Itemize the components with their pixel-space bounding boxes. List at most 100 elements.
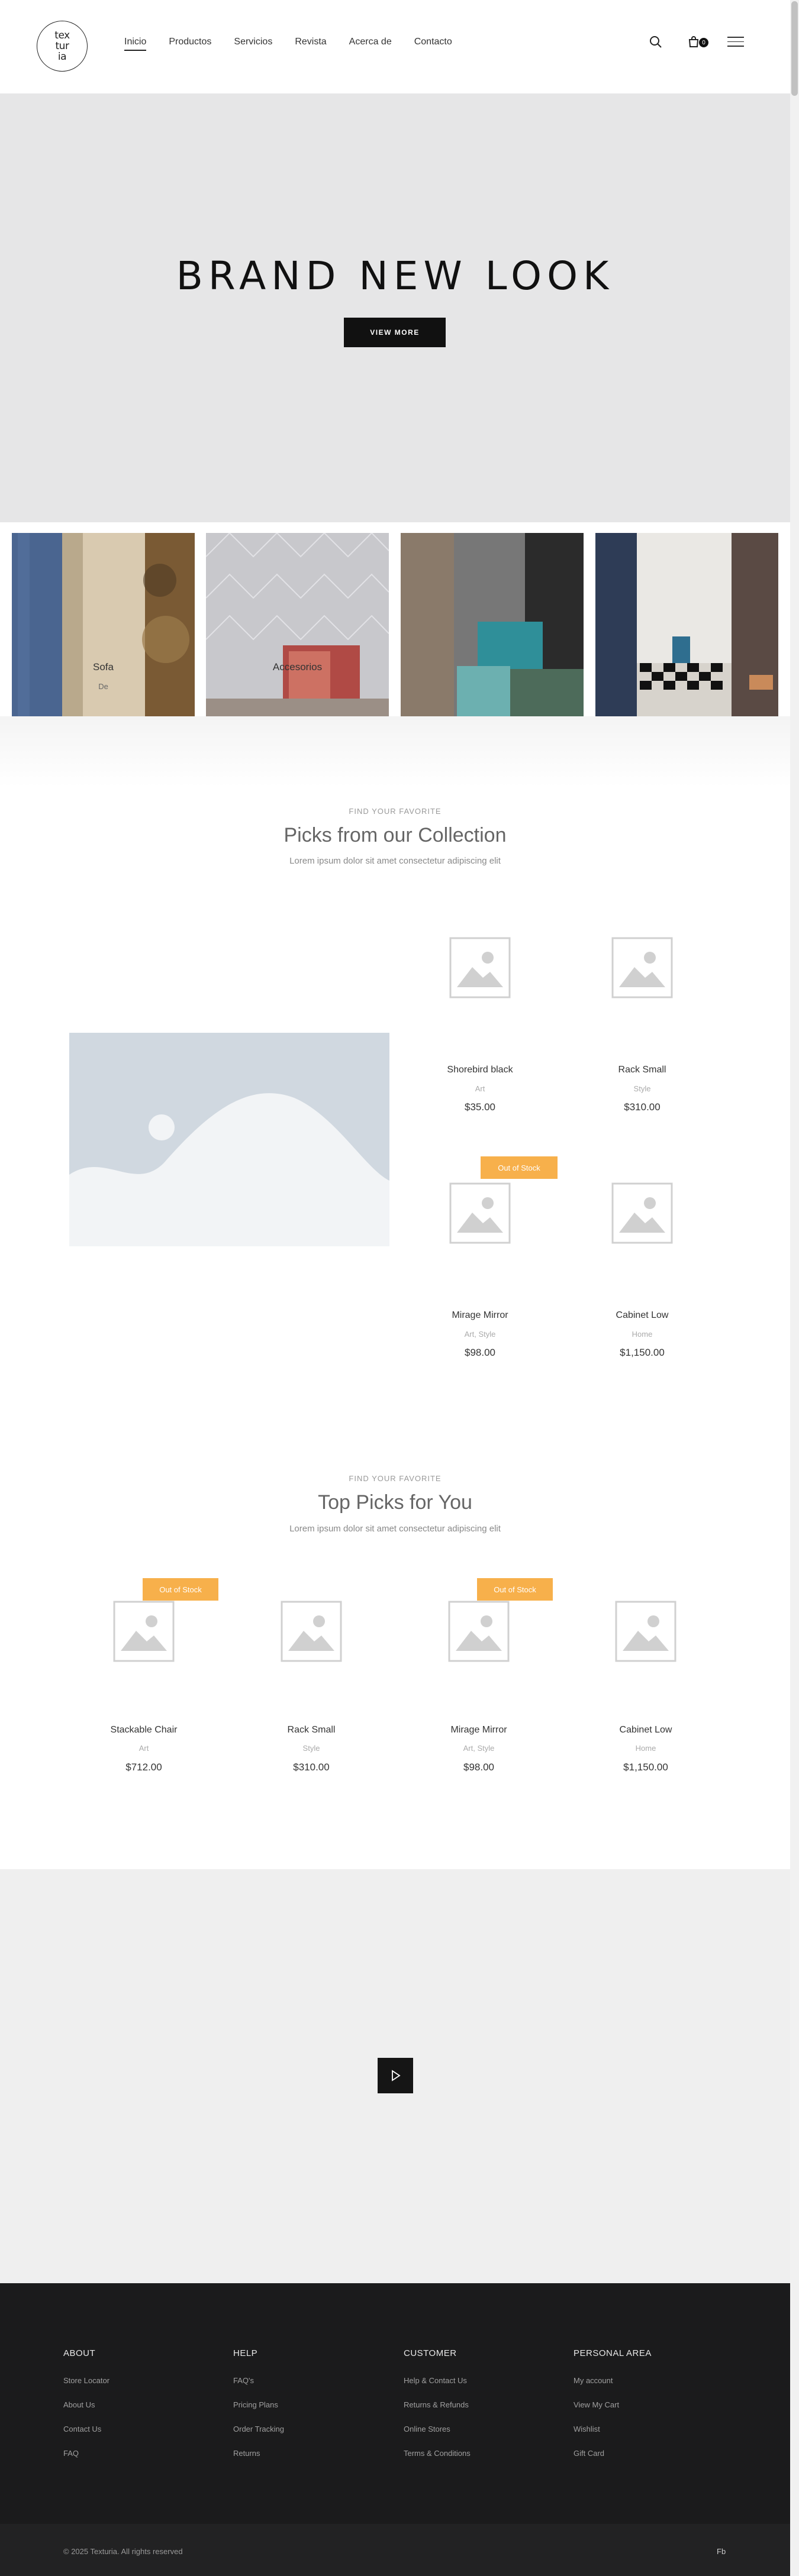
product-price: $712.00 (125, 1761, 162, 1773)
product-placeholder-image (113, 1601, 175, 1662)
footer-link[interactable]: View My Cart (574, 2400, 652, 2409)
footer-link[interactable]: Help & Contact Us (404, 2376, 471, 2385)
main-nav: Inicio Productos Servicios Revista Acerc… (124, 37, 475, 51)
hero-title: BRAND NEW LOOK (176, 253, 614, 299)
view-more-button[interactable]: VIEW MORE (344, 318, 446, 347)
nav-item-inicio[interactable]: Inicio (124, 37, 147, 51)
site-logo[interactable]: tex tur ia (37, 21, 88, 72)
footer-link[interactable]: Online Stores (404, 2425, 471, 2433)
product-category: Style (302, 1744, 320, 1753)
footer-column-customer: CUSTOMER Help & Contact Us Returns & Ref… (404, 2348, 471, 2473)
product-card[interactable]: Mirage Mirror Art, Style $98.00 (405, 1597, 553, 1780)
product-price: $1,150.00 (620, 1347, 665, 1358)
cart-icon[interactable]: 0 (686, 34, 708, 50)
wall-tile-image (206, 533, 389, 716)
footer-link[interactable]: Contact Us (63, 2425, 109, 2433)
footer-link[interactable]: My account (574, 2376, 652, 2385)
product-category: Art, Style (464, 1330, 496, 1339)
site-header: tex tur ia Inicio Productos Servicios Re… (0, 0, 790, 93)
footer-link[interactable]: About Us (63, 2400, 109, 2409)
product-name: Cabinet Low (619, 1725, 672, 1735)
feature-placeholder-image (69, 1033, 389, 1246)
footer-column-title: ABOUT (63, 2348, 96, 2358)
product-placeholder-image (449, 1182, 511, 1244)
footer-column-title: CUSTOMER (404, 2348, 457, 2358)
category-tile-sofa[interactable]: Sofa De (12, 533, 195, 716)
nav-item-contacto[interactable]: Contacto (414, 37, 452, 51)
nav-item-productos[interactable]: Productos (169, 37, 211, 51)
category-tile-3[interactable] (401, 533, 584, 716)
product-category: Home (635, 1744, 656, 1753)
footer-link[interactable]: Returns & Refunds (404, 2400, 471, 2409)
room-interior-image (595, 533, 778, 716)
product-name: Mirage Mirror (452, 1310, 508, 1320)
category-tile-4[interactable] (595, 533, 778, 716)
nav-item-servicios[interactable]: Servicios (234, 37, 272, 51)
section2-title: Top Picks for You (318, 1491, 472, 1514)
product-price: $1,150.00 (623, 1761, 668, 1773)
cart-count-badge: 0 (699, 38, 708, 47)
footer-link[interactable]: Returns (233, 2449, 284, 2458)
footer-link[interactable]: FAQ (63, 2449, 109, 2458)
product-category: Home (632, 1330, 653, 1339)
product-card[interactable]: Rack Small Style $310.00 (568, 932, 716, 1121)
product-placeholder-image (611, 1182, 673, 1244)
product-category: Art (475, 1084, 485, 1093)
footer-link[interactable]: Gift Card (574, 2449, 652, 2458)
header-icons: 0 (626, 34, 708, 50)
product-placeholder-image (449, 937, 511, 998)
product-name: Rack Small (287, 1725, 336, 1735)
section-fade (0, 716, 790, 787)
footer-link[interactable]: Wishlist (574, 2425, 652, 2433)
footer-link[interactable]: Terms & Conditions (404, 2449, 471, 2458)
product-placeholder-image (281, 1601, 342, 1662)
product-name: Cabinet Low (616, 1310, 669, 1320)
product-card[interactable]: Rack Small Style $310.00 (237, 1597, 385, 1780)
product-name: Shorebird black (447, 1065, 513, 1075)
product-price: $35.00 (465, 1101, 495, 1113)
product-price: $310.00 (624, 1101, 661, 1113)
product-card[interactable]: Cabinet Low Home $1,150.00 (568, 1177, 716, 1366)
section1-title: Picks from our Collection (283, 824, 507, 846)
category-label: Sofa (93, 661, 114, 673)
product-category: Style (633, 1084, 651, 1093)
play-icon (392, 2070, 401, 2082)
product-card[interactable]: Mirage Mirror Art, Style $98.00 (406, 1177, 554, 1366)
scrollbar-thumb[interactable] (791, 1, 798, 96)
product-card[interactable]: Cabinet Low Home $1,150.00 (572, 1597, 720, 1780)
out-of-stock-badge: Out of Stock (481, 1156, 558, 1179)
category-tiles: Sofa De Accesorios (12, 533, 778, 716)
nav-item-acerca[interactable]: Acerca de (349, 37, 392, 51)
hamburger-menu-icon[interactable] (727, 37, 744, 50)
product-price: $310.00 (293, 1761, 330, 1773)
category-sub: De (98, 682, 108, 691)
play-button[interactable] (378, 2058, 413, 2093)
product-card[interactable]: Shorebird black Art $35.00 (406, 932, 554, 1121)
category-label: Accesorios (272, 661, 323, 673)
footer-link[interactable]: Pricing Plans (233, 2400, 284, 2409)
footer-column-about: ABOUT Store Locator About Us Contact Us … (63, 2348, 109, 2473)
product-name: Mirage Mirror (450, 1725, 507, 1735)
nav-item-revista[interactable]: Revista (295, 37, 326, 51)
footer-link[interactable]: Store Locator (63, 2376, 109, 2385)
product-category: Art (138, 1744, 149, 1753)
product-price: $98.00 (465, 1347, 495, 1358)
product-price: $98.00 (463, 1761, 494, 1773)
footer-link[interactable]: FAQ's (233, 2376, 284, 2385)
product-card[interactable]: Stackable Chair Art $712.00 (70, 1597, 218, 1780)
section2-kicker: FIND YOUR FAVORITE (349, 1474, 442, 1483)
page: tex tur ia Inicio Productos Servicios Re… (0, 0, 799, 2576)
footer-column-personal: PERSONAL AREA My account View My Cart Wi… (574, 2348, 652, 2473)
section1-kicker: FIND YOUR FAVORITE (349, 807, 442, 816)
product-placeholder-image (611, 937, 673, 998)
search-icon[interactable] (648, 34, 663, 50)
category-tile-accesorios[interactable]: Accesorios (206, 533, 389, 716)
logo-text: tex tur ia (54, 30, 70, 63)
copyright-text: © 2025 Texturia. All rights reserved (63, 2547, 183, 2556)
facebook-link[interactable]: Fb (717, 2547, 726, 2556)
footer-link[interactable]: Order Tracking (233, 2425, 284, 2433)
footer-column-title: PERSONAL AREA (574, 2348, 652, 2358)
page-scrollbar[interactable] (790, 0, 799, 2576)
product-placeholder-image (615, 1601, 676, 1662)
hero-banner: BRAND NEW LOOK VIEW MORE (0, 93, 790, 522)
